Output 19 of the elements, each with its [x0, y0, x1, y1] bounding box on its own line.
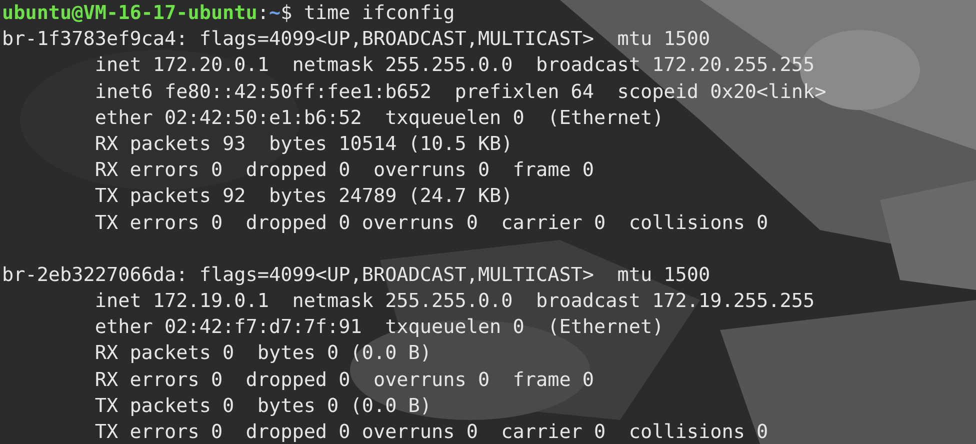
- command-text: $ time ifconfig: [280, 1, 455, 24]
- output-line: TX errors 0 dropped 0 overruns 0 carrier 0 collisions 0: [94, 420, 768, 443]
- output-line: inet 172.20.0.1 netmask 255.255.0.0 broadcast 172.20.255.255: [94, 53, 815, 76]
- prompt-separator: :: [257, 1, 269, 24]
- output-line: RX packets 0 bytes 0 (0.0 B): [94, 341, 432, 364]
- output-line: RX errors 0 dropped 0 overruns 0 frame 0: [94, 158, 594, 182]
- output-line: inet6 fe80::42:50ff:fee1:b652 prefixlen 64 scopeid 0x20<link>: [94, 80, 826, 103]
- output-line: TX packets 0 bytes 0 (0.0 B): [94, 394, 432, 417]
- output-line: br-1f3783ef9ca4: flags=4099<UP,BROADCAST,MULTICAST> mtu 1500: [2, 27, 710, 50]
- output-line: TX errors 0 dropped 0 overruns 0 carrier 0 collisions 0: [94, 210, 768, 234]
- output-line: RX errors 0 dropped 0 overruns 0 frame 0: [94, 368, 594, 391]
- output-line: br-2eb3227066da: flags=4099<UP,BROADCAST,MULTICAST> mtu 1500: [2, 262, 710, 286]
- output-line: TX packets 92 bytes 24789 (24.7 KB): [94, 184, 513, 208]
- output-line: ether 02:42:f7:d7:7f:91 txqueuelen 0 (Ethernet): [94, 315, 664, 338]
- prompt-path: ~: [269, 1, 281, 24]
- prompt-user-host: ubuntu@VM-16-17-ubuntu: [2, 1, 258, 24]
- output-line: ether 02:42:50:e1:b6:52 txqueuelen 0 (Ethernet): [94, 106, 664, 129]
- output-line: inet 172.19.0.1 netmask 255.255.0.0 broadcast 172.19.255.255: [94, 289, 815, 312]
- output-line: RX packets 93 bytes 10514 (10.5 KB): [94, 132, 513, 155]
